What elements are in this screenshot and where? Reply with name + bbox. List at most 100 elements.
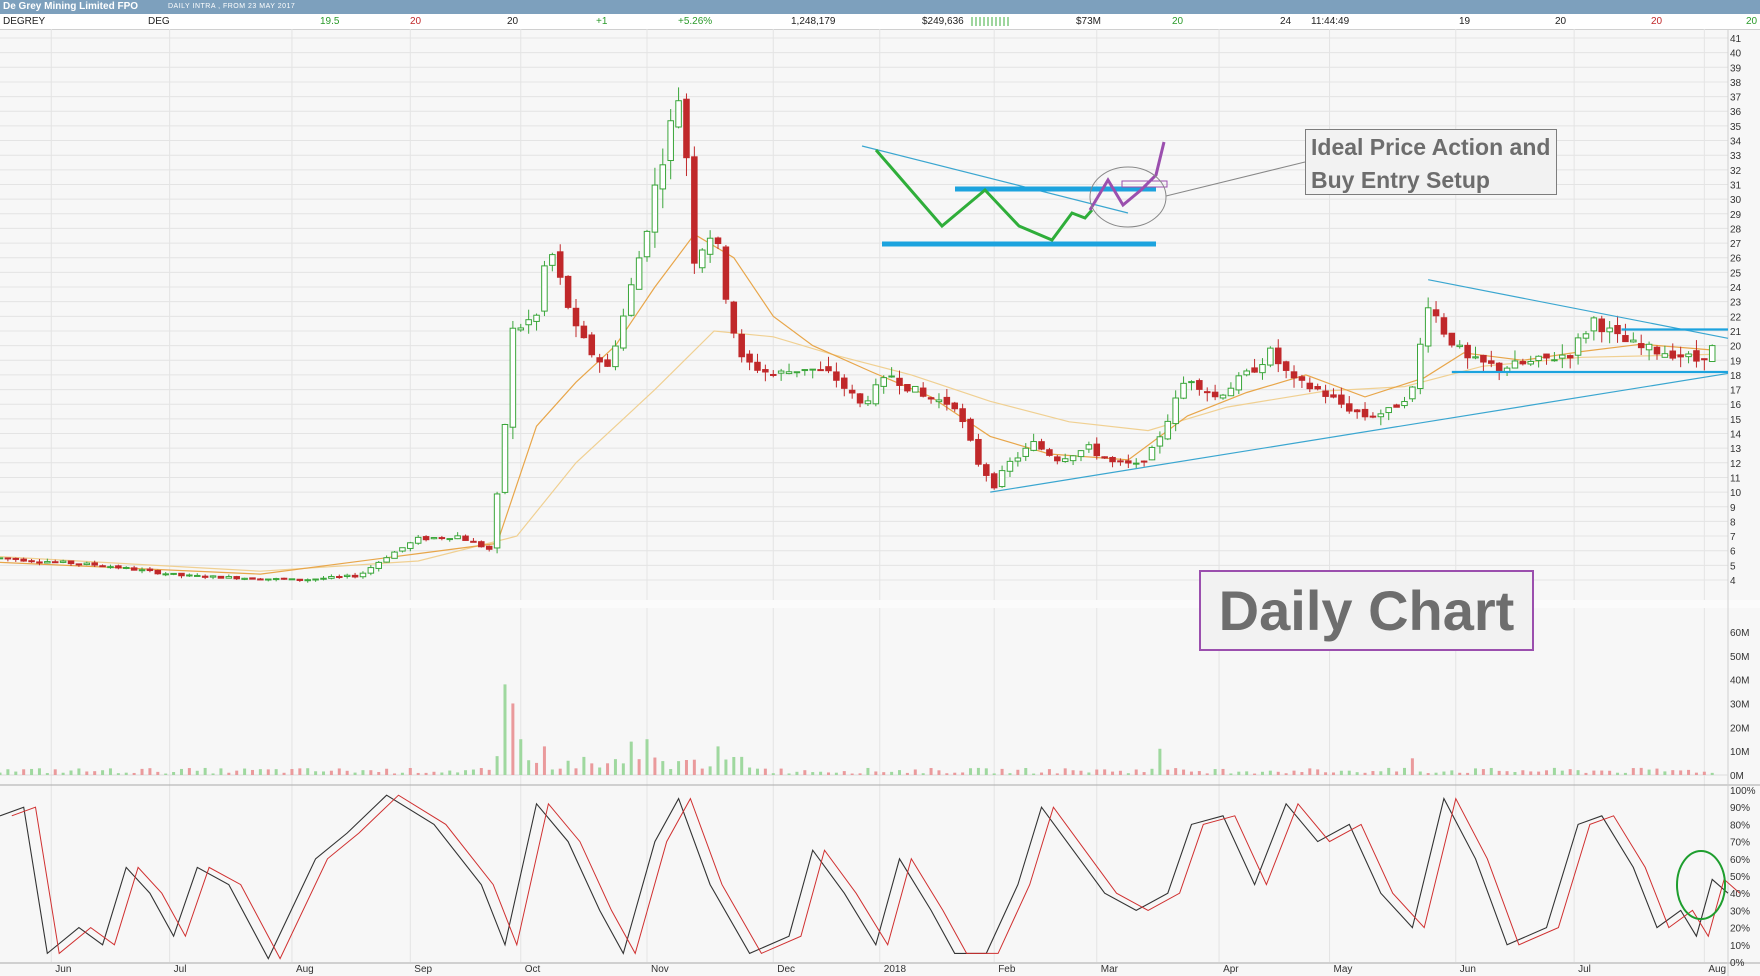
volume-bar — [266, 769, 270, 775]
volume-bar — [393, 773, 397, 775]
volume-bar — [1560, 770, 1564, 775]
candle-body — [1645, 343, 1653, 351]
candle-body — [485, 545, 493, 550]
candle-body — [1440, 317, 1448, 335]
volume-bar — [913, 769, 917, 775]
volume-bar — [819, 771, 823, 775]
candle-body — [1677, 354, 1684, 358]
stochastic-tick-label: 10% — [1730, 941, 1750, 952]
volume-bar — [1047, 769, 1051, 775]
volume-bar — [495, 756, 499, 775]
volume-bar — [748, 767, 752, 775]
candle-body — [1101, 456, 1108, 459]
volume-bar — [1087, 772, 1091, 775]
volume-bar — [37, 768, 41, 775]
volume-bar — [140, 768, 144, 775]
candle-body — [375, 561, 383, 569]
volume-bar — [1308, 768, 1312, 775]
volume-bar — [590, 763, 594, 775]
candle-body — [880, 377, 887, 387]
volume-bar — [69, 770, 73, 775]
price-tick-label: 23 — [1730, 298, 1742, 309]
candle-body — [1661, 353, 1669, 358]
volume-bar — [732, 756, 736, 775]
candle-body — [1274, 347, 1282, 365]
candle-body — [848, 389, 856, 394]
candle-body — [1693, 350, 1700, 362]
date-tick-label: May — [1334, 964, 1353, 975]
volume-bar — [929, 768, 933, 775]
setup-annotation-box: Ideal Price Action and Buy Entry Setup — [1305, 129, 1557, 195]
volume-bar — [22, 769, 26, 775]
candle-body — [1448, 332, 1456, 346]
volume-bar — [542, 746, 546, 775]
quote-field-1: 20 — [1172, 16, 1184, 27]
price-tick-label: 15 — [1730, 415, 1742, 426]
price-tick-label: 26 — [1730, 254, 1742, 265]
volume-bar — [1055, 773, 1059, 775]
volume-bar — [77, 768, 81, 775]
volume-bar — [850, 773, 854, 775]
candle-body — [430, 537, 438, 540]
volume-bar — [93, 771, 97, 775]
candle-body — [1069, 455, 1077, 462]
candle-body — [1401, 400, 1408, 407]
candle-body — [612, 345, 619, 368]
candle-body — [1409, 386, 1416, 400]
volume-bar — [1253, 773, 1257, 775]
volume-bar — [306, 768, 310, 775]
candle-body — [501, 424, 509, 493]
volume-bar — [724, 759, 728, 775]
volume-bar — [527, 760, 531, 775]
volume-bar — [1024, 768, 1028, 775]
volume-bar — [1552, 767, 1556, 775]
volume-bar — [976, 767, 980, 775]
candle-body — [1637, 343, 1645, 349]
volume-bar — [1142, 772, 1146, 775]
candle-body — [383, 557, 390, 563]
candle-body — [912, 385, 919, 393]
volume-bar — [511, 703, 515, 775]
volume-bar — [1687, 769, 1691, 775]
candle-body — [659, 164, 667, 190]
volume-bar — [1205, 773, 1209, 775]
volume-bar — [408, 768, 412, 775]
volume-bar — [519, 739, 523, 775]
date-tick-label: Oct — [525, 964, 541, 975]
candle-body — [1030, 441, 1037, 451]
candle-body — [28, 560, 35, 563]
volume-bar — [550, 769, 554, 775]
candle-body — [1117, 460, 1124, 463]
candle-body — [122, 566, 130, 569]
candle-body — [20, 558, 27, 562]
price-tick-label: 32 — [1730, 166, 1742, 177]
candle-body — [1551, 359, 1558, 362]
price-tick-label: 11 — [1730, 473, 1741, 484]
date-axis: Jun Jul Aug Sep Oct Nov Dec 2018 Feb Mar Apr May Jun… — [55, 964, 1726, 975]
candle-body — [990, 473, 998, 489]
candle-body — [801, 369, 809, 372]
price-tick-label: 17 — [1730, 386, 1742, 397]
candle-body — [1298, 376, 1306, 381]
volume-bar — [1174, 768, 1178, 775]
date-tick-label: Jun — [55, 964, 71, 975]
candle-body — [217, 575, 225, 579]
date-tick-label: Dec — [777, 964, 795, 975]
candle-body — [1653, 346, 1661, 355]
price-tick-label: 41 — [1730, 34, 1742, 45]
candle-body — [1685, 353, 1692, 358]
candle-body — [391, 551, 398, 559]
date-tick-label: Sep — [414, 964, 432, 975]
volume-bar — [645, 739, 649, 775]
candle-body — [667, 120, 674, 162]
candle-body — [1014, 457, 1022, 462]
volume-bar — [1584, 772, 1588, 775]
candle-body — [604, 359, 611, 367]
volume-bar — [740, 756, 744, 775]
volume-bar — [1111, 771, 1115, 775]
stochastic-tick-label: 40% — [1730, 889, 1750, 900]
volume-bar — [1316, 769, 1320, 775]
volume-bar — [1032, 773, 1036, 775]
candle-body — [888, 375, 895, 378]
price-tick-label: 36 — [1730, 107, 1742, 118]
